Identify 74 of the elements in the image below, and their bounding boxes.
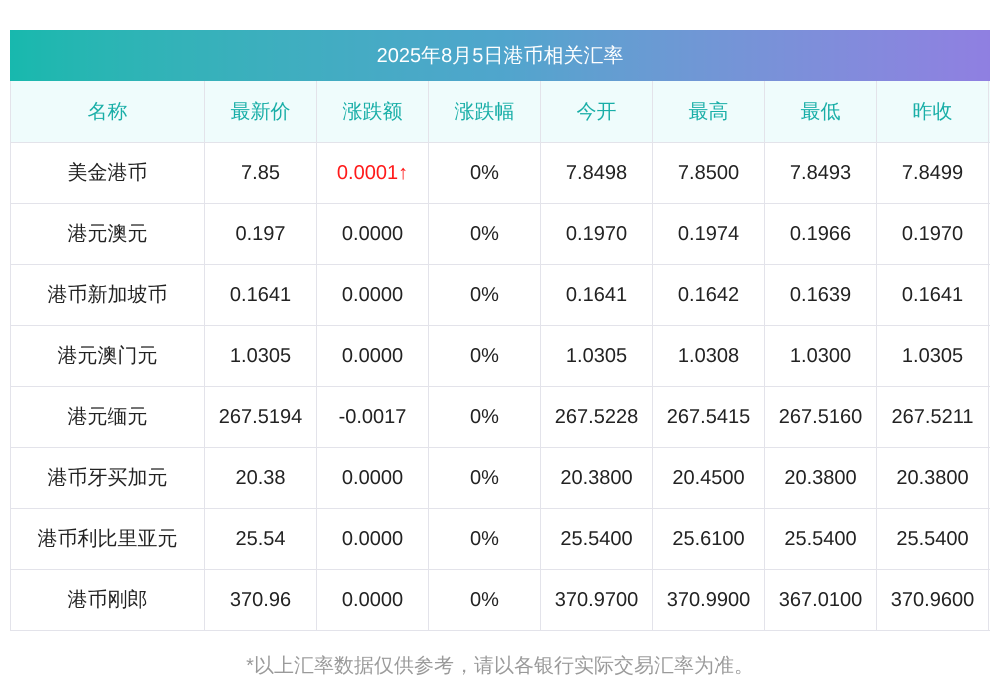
table-cell: 0.0001↑ xyxy=(317,143,429,203)
table-title: 2025年8月5日港币相关汇率 xyxy=(10,30,990,81)
column-header: 名称 xyxy=(10,81,205,142)
column-header: 最低 xyxy=(765,81,877,142)
table-cell: 港币利比里亚元 xyxy=(10,509,205,569)
column-header: 涨跌额 xyxy=(317,81,429,142)
table-cell: 0.1966 xyxy=(765,204,877,264)
table-cell: 7.85 xyxy=(205,143,317,203)
table-cell: 267.5160 xyxy=(765,387,877,447)
table-cell: 20.3800 xyxy=(541,448,653,508)
table-cell: 1.0305 xyxy=(205,326,317,386)
table-cell: 0% xyxy=(429,509,541,569)
table-cell: 7.8493 xyxy=(765,143,877,203)
table-cell: 267.5194 xyxy=(205,387,317,447)
footnote: *以上汇率数据仅供参考，请以各银行实际交易汇率为准。 xyxy=(245,654,755,679)
table-cell: 370.96 xyxy=(205,570,317,630)
table-cell: 0.1970 xyxy=(541,204,653,264)
column-header: 昨收 xyxy=(877,81,989,142)
table-cell: 0% xyxy=(429,143,541,203)
table-cell: 7.8499 xyxy=(877,143,989,203)
table-cell: 0.0000 xyxy=(317,570,429,630)
table-cell: 1.0305 xyxy=(877,326,989,386)
table-cell: 267.5415 xyxy=(653,387,765,447)
table-cell: 0% xyxy=(429,387,541,447)
table-cell: 美金港币 xyxy=(10,143,205,203)
table-cell: 0% xyxy=(429,326,541,386)
table-cell: 20.4500 xyxy=(653,448,765,508)
table-cell: 367.0100 xyxy=(765,570,877,630)
table-cell: 0.1974 xyxy=(653,204,765,264)
table-cell: 267.5228 xyxy=(541,387,653,447)
table-cell: 0.0000 xyxy=(317,204,429,264)
table-cell: 0.1642 xyxy=(653,265,765,325)
table-cell: 0.197 xyxy=(205,204,317,264)
table-cell: 25.5400 xyxy=(765,509,877,569)
table-cell: 7.8500 xyxy=(653,143,765,203)
table-cell: -0.0017 xyxy=(317,387,429,447)
table-cell: 1.0305 xyxy=(541,326,653,386)
table-cell: 0.1639 xyxy=(765,265,877,325)
table-cell: 港币牙买加元 xyxy=(10,448,205,508)
column-header: 最新价 xyxy=(205,81,317,142)
table-cell: 370.9600 xyxy=(877,570,989,630)
table-cell: 0.0000 xyxy=(317,448,429,508)
table-cell: 0% xyxy=(429,204,541,264)
table-cell: 0.0000 xyxy=(317,509,429,569)
column-header: 涨跌幅 xyxy=(429,81,541,142)
table-cell: 港元缅元 xyxy=(10,387,205,447)
table-cell: 0.0000 xyxy=(317,326,429,386)
table-cell: 0.1641 xyxy=(877,265,989,325)
table-cell: 25.5400 xyxy=(541,509,653,569)
table-cell: 20.3800 xyxy=(765,448,877,508)
table-cell: 25.54 xyxy=(205,509,317,569)
table-cell: 0% xyxy=(429,265,541,325)
table-cell: 0.0000 xyxy=(317,265,429,325)
table-cell: 267.5211 xyxy=(877,387,989,447)
table-cell: 370.9700 xyxy=(541,570,653,630)
table-cell: 0.1641 xyxy=(205,265,317,325)
column-header: 今开 xyxy=(541,81,653,142)
table-cell: 港元澳元 xyxy=(10,204,205,264)
table-cell: 7.8498 xyxy=(541,143,653,203)
table-cell: 25.6100 xyxy=(653,509,765,569)
table-cell: 1.0300 xyxy=(765,326,877,386)
column-header: 最高 xyxy=(653,81,765,142)
table-cell: 20.38 xyxy=(205,448,317,508)
table-cell: 0.1641 xyxy=(541,265,653,325)
table-cell: 370.9900 xyxy=(653,570,765,630)
table-cell: 0% xyxy=(429,448,541,508)
table-cell: 0% xyxy=(429,570,541,630)
table-cell: 1.0308 xyxy=(653,326,765,386)
table-cell: 0.1970 xyxy=(877,204,989,264)
table-cell: 港币刚郎 xyxy=(10,570,205,630)
table-cell: 港币新加坡币 xyxy=(10,265,205,325)
table-cell: 25.5400 xyxy=(877,509,989,569)
table-cell: 20.3800 xyxy=(877,448,989,508)
table-cell: 港元澳门元 xyxy=(10,326,205,386)
